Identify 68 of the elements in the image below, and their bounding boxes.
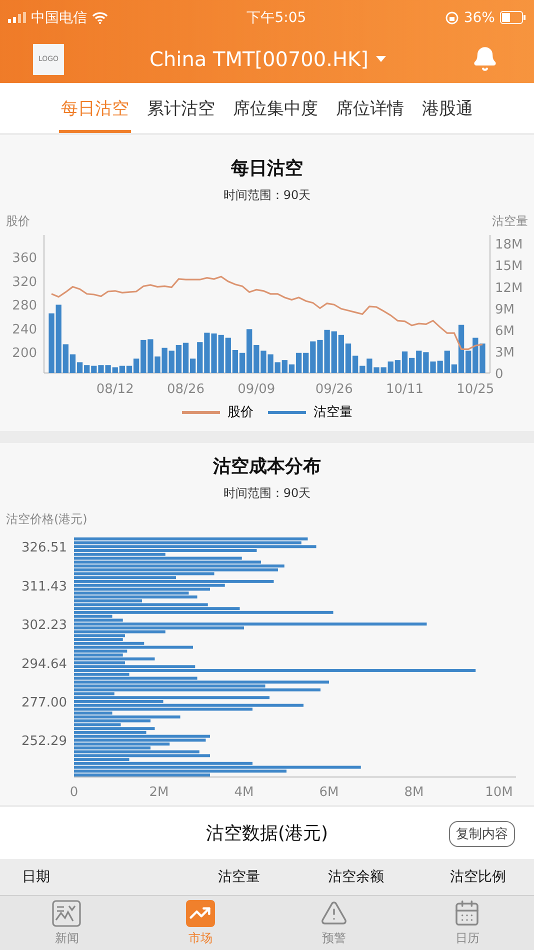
column-header: 沽空比例 bbox=[450, 868, 507, 886]
tick-label: 10/11 bbox=[386, 382, 424, 395]
caret-icon bbox=[376, 56, 386, 62]
tick-label: 0 bbox=[70, 785, 78, 797]
tick-label: 2M bbox=[149, 785, 169, 797]
legend-label: 沽空量 bbox=[314, 404, 352, 421]
tick-label: 240 bbox=[12, 322, 37, 338]
bottom-tab[interactable]: 市场 bbox=[134, 896, 267, 950]
rotation-lock-icon bbox=[444, 10, 459, 24]
tick-label: 09/09 bbox=[238, 382, 276, 395]
tab[interactable]: 席位详情 bbox=[334, 83, 406, 133]
tick-label: 6M bbox=[319, 785, 339, 797]
tab[interactable]: 港股通 bbox=[420, 83, 475, 133]
tick-label: 10M bbox=[485, 785, 513, 797]
carrier-name: 中国电信 bbox=[31, 8, 87, 26]
tick-label: 09/26 bbox=[315, 382, 353, 395]
tick-label: 320 bbox=[12, 274, 37, 290]
news-icon bbox=[52, 900, 82, 926]
tick-label: 326.51 bbox=[22, 540, 67, 556]
battery-percent: 36% bbox=[464, 10, 495, 26]
tick-label: 3M bbox=[495, 345, 514, 360]
chart-title: 沽空成本分布 bbox=[213, 455, 321, 479]
bell-icon[interactable] bbox=[472, 46, 498, 72]
section-title: 沽空数据(港元) bbox=[206, 822, 328, 845]
column-header: 沽空量 bbox=[218, 868, 261, 886]
tick-label: 15M bbox=[495, 259, 523, 274]
tick-label: 18M bbox=[495, 238, 523, 253]
tick-label: 08/12 bbox=[96, 382, 134, 395]
tick-label: 10/25 bbox=[456, 382, 494, 395]
tick-label: 200 bbox=[12, 346, 37, 362]
stock-selector[interactable]: China TMT[00700.HK] bbox=[150, 47, 386, 71]
legend-swatch bbox=[182, 410, 220, 414]
tick-label: 6M bbox=[495, 324, 514, 339]
tab[interactable]: 累计沽空 bbox=[145, 83, 217, 133]
wifi-icon bbox=[92, 12, 108, 24]
tick-label: 280 bbox=[12, 298, 37, 314]
copy-button[interactable]: 复制内容 bbox=[449, 821, 515, 847]
tick-label: 277.00 bbox=[22, 696, 67, 711]
axis-title: 沽空价格(港元) bbox=[6, 512, 88, 526]
chart-subtitle: 时间范围：90天 bbox=[223, 187, 311, 203]
calendar-icon bbox=[453, 899, 482, 927]
bottom-tab[interactable]: 新闻 bbox=[0, 896, 134, 950]
tick-label: 4M bbox=[234, 785, 254, 797]
chart-title: 每日沽空 bbox=[231, 157, 303, 181]
axis-title: 股价 bbox=[6, 214, 30, 228]
chart-subtitle: 时间范围：90天 bbox=[223, 485, 311, 501]
column-header: 沽空余额 bbox=[328, 868, 385, 886]
legend-label: 股价 bbox=[228, 404, 254, 421]
legend-swatch bbox=[268, 410, 306, 414]
tick-label: 302.23 bbox=[22, 618, 67, 634]
tick-label: 0 bbox=[495, 367, 504, 382]
tick-label: 8M bbox=[404, 785, 424, 797]
column-header: 日期 bbox=[22, 868, 51, 886]
bottom-tab[interactable]: 日历 bbox=[400, 896, 534, 950]
bottom-tab[interactable]: 预警 bbox=[267, 896, 400, 950]
tick-label: 252.29 bbox=[22, 734, 67, 750]
tick-label: 9M bbox=[495, 302, 514, 318]
warning-icon bbox=[320, 899, 348, 927]
axis-title: 沽空量 bbox=[492, 214, 528, 228]
battery-icon bbox=[500, 11, 526, 24]
tick-label: 294.64 bbox=[22, 656, 67, 672]
signal-icon bbox=[8, 12, 26, 23]
tab[interactable]: 席位集中度 bbox=[231, 83, 320, 133]
tick-label: 12M bbox=[495, 280, 523, 296]
status-time: 下午5:05 bbox=[246, 8, 306, 26]
tick-label: 360 bbox=[12, 251, 37, 266]
tick-label: 08/26 bbox=[167, 382, 204, 395]
tick-label: 311.43 bbox=[22, 579, 67, 594]
